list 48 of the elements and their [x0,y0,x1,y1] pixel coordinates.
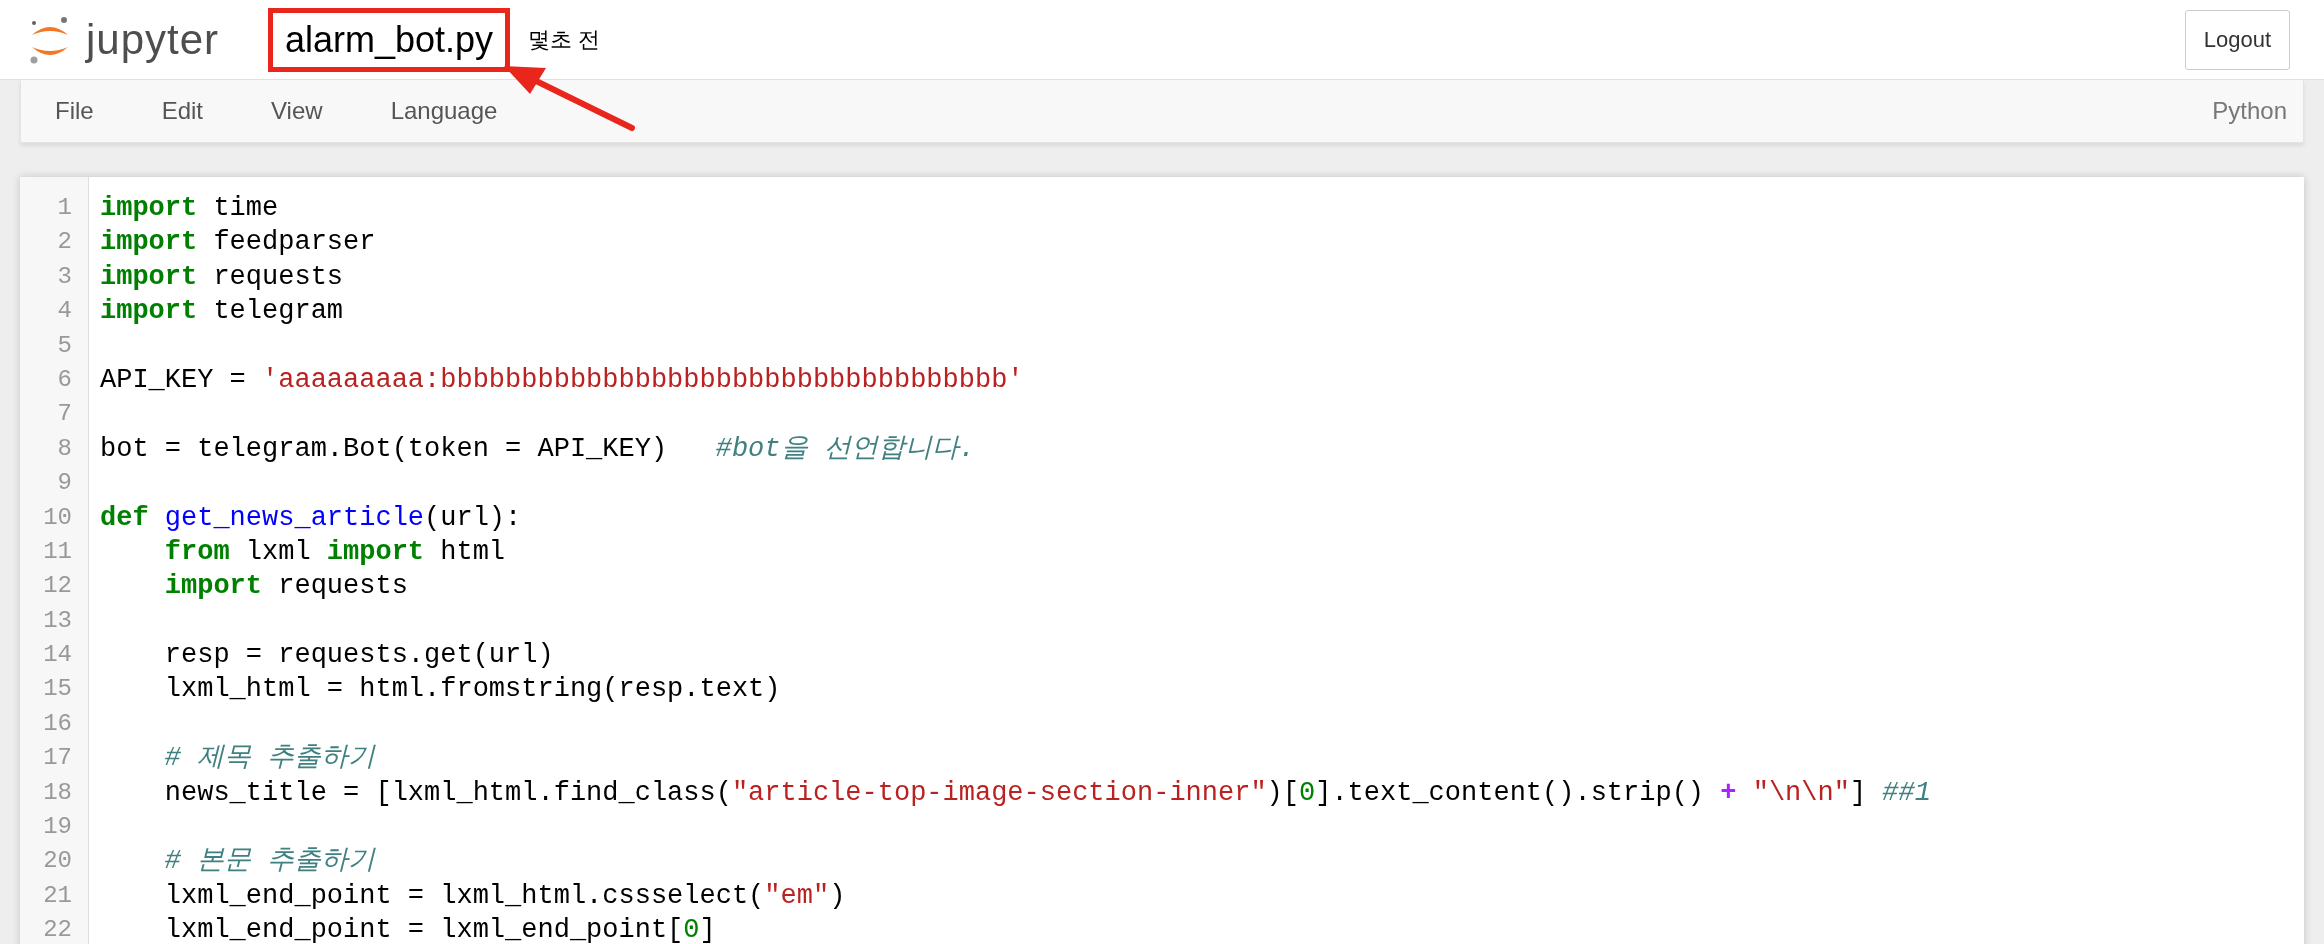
code-line: import requests [163,570,408,604]
line-number: 18 [42,777,72,808]
line-number: 11 [42,536,72,567]
code-line: lxml_html = html.fromstring(resp.text) [163,673,781,707]
code-line: bot = telegram.Bot(token = API_KEY) #bot을 선언합니다. [100,432,975,466]
line-number: 2 [56,227,72,258]
line-number: 9 [56,468,72,499]
line-number: 13 [42,605,72,636]
code-line: import telegram [100,295,344,329]
line-number: 1 [56,193,72,223]
line-number: 5 [56,330,72,361]
code-editor[interactable] [20,177,2304,944]
logout-button[interactable]: Logout [2184,9,2290,70]
line-number: 19 [42,812,72,843]
brand-name: jupyter [86,15,220,64]
line-number: 10 [42,502,72,533]
code-line: news_title = [lxml_html.find_class("article-top-image-section-inner")[0].text_content().strip() + "\n\n"] ##1 [163,776,1931,810]
filename-title[interactable]: alarm_bot.py [268,7,511,72]
code-line: import requests [100,260,344,294]
menu-item[interactable]: File [21,97,128,125]
line-number: 16 [42,708,72,739]
code-line: import time [100,192,279,225]
code-line: import feedparser [100,226,376,260]
line-number: 20 [42,846,72,877]
line-number: 15 [42,674,72,705]
language-indicator: Python [2212,97,2287,125]
line-number: 4 [56,296,72,327]
menu-item[interactable]: Language [356,97,532,125]
menu-item[interactable]: Edit [127,97,238,125]
line-number: 8 [56,433,72,464]
code-line: resp = requests.get(url) [163,639,554,673]
code-line: # 본문 추출하기 [163,845,376,879]
code-line: from lxml import html [163,535,506,569]
line-number: 22 [42,915,72,944]
line-number: 14 [42,640,72,671]
code-line: API_KEY = 'aaaaaaaaa:bbbbbbbbbbbbbbbbbbbbbbbbbbbbbbbbbbb' [100,363,1024,397]
line-number: 6 [56,364,72,395]
line-number: 3 [56,261,72,292]
code-line: lxml_end_point = lxml_end_point[0] [163,914,716,944]
code-line: # 제목 추출하기 [163,742,376,776]
line-number: 12 [42,571,72,602]
menu-item[interactable]: View [237,97,357,125]
code-line: lxml_end_point = lxml_html.cssselect("em") [163,879,846,913]
line-number: 7 [56,399,72,430]
code-line: def get_news_article(url): [100,501,522,535]
line-number: 17 [42,743,72,774]
line-number: 21 [42,880,72,911]
last-saved-text: 몇초 전 [528,25,601,54]
